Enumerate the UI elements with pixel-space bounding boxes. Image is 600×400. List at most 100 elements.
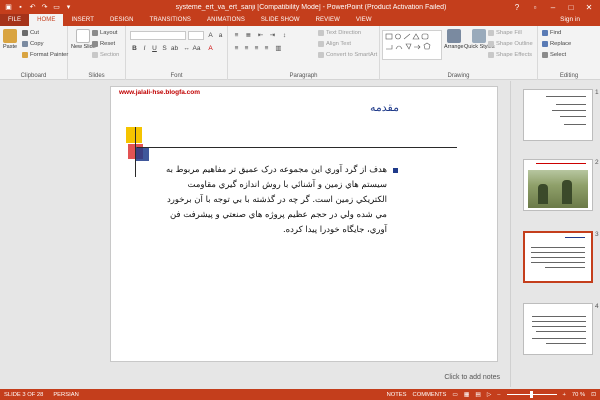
- shapes-gallery-icon: [385, 33, 431, 50]
- font-name-combo[interactable]: [130, 31, 186, 40]
- notes-toggle[interactable]: NOTES: [387, 392, 407, 398]
- slide-url-text[interactable]: www.jalali-hse.blogfa.com: [119, 89, 200, 96]
- numbering-icon[interactable]: ≣: [244, 31, 253, 40]
- yellow-square-shape: [126, 127, 142, 143]
- tab-slide-show[interactable]: SLIDE SHOW: [253, 14, 308, 26]
- tab-animations[interactable]: ANIMATIONS: [199, 14, 253, 26]
- zoom-slider-knob[interactable]: [529, 391, 533, 398]
- language-indicator[interactable]: PERSIAN: [43, 392, 78, 398]
- format-painter-button[interactable]: Format Painter: [22, 52, 68, 58]
- powerpoint-window: ▣ ▪ ↶ ↷ ▭ ▾ systeme_ert_va_ert_sanji [Co…: [0, 0, 600, 400]
- tab-review[interactable]: REVIEW: [308, 14, 348, 26]
- strikethrough-icon[interactable]: ab: [170, 44, 179, 53]
- italic-icon[interactable]: I: [140, 44, 149, 53]
- slide-thumbnail-2[interactable]: [523, 159, 593, 211]
- window-title: systeme_ert_va_ert_sanji [Compatibility …: [175, 3, 447, 11]
- normal-view-icon[interactable]: ▭: [452, 392, 457, 398]
- decrease-indent-icon[interactable]: ⇤: [256, 31, 265, 40]
- tab-view[interactable]: VIEW: [348, 14, 380, 26]
- shapes-gallery[interactable]: [382, 30, 442, 60]
- shape-fill-button[interactable]: Shape Fill: [488, 30, 522, 36]
- thumb-line: [552, 110, 586, 111]
- tab-transitions[interactable]: TRANSITIONS: [142, 14, 199, 26]
- section-button[interactable]: Section: [92, 52, 119, 58]
- line-spacing-icon[interactable]: ↕: [280, 31, 289, 40]
- align-center-icon[interactable]: ≡: [242, 44, 251, 53]
- thumb-line: [532, 338, 586, 339]
- char-spacing-icon[interactable]: ↔: [182, 44, 191, 53]
- select-icon: [542, 52, 548, 58]
- undo-icon[interactable]: ↶: [28, 3, 37, 12]
- shape-outline-button[interactable]: Shape Outline: [488, 41, 533, 47]
- bullet-marker: [393, 168, 398, 173]
- thumb-number: 4: [595, 303, 599, 310]
- align-left-icon[interactable]: ≡: [232, 44, 241, 53]
- redo-icon[interactable]: ↷: [40, 3, 49, 12]
- start-from-beginning-icon[interactable]: ▭: [52, 3, 61, 12]
- paste-button[interactable]: Paste: [3, 29, 17, 50]
- group-label-font: Font: [170, 73, 183, 79]
- quick-access-toolbar: ▣ ▪ ↶ ↷ ▭ ▾: [0, 3, 110, 12]
- tab-home[interactable]: HOME: [29, 14, 64, 26]
- slide-body-text[interactable]: هدف از گرد آوري اين مجموعه درک عميق تر م…: [159, 163, 387, 238]
- customize-qat-icon[interactable]: ▾: [64, 3, 73, 12]
- layout-button[interactable]: Layout: [92, 30, 117, 36]
- comments-toggle[interactable]: COMMENTS: [413, 392, 447, 398]
- bold-icon[interactable]: B: [130, 44, 139, 53]
- font-color-icon[interactable]: A: [206, 44, 215, 53]
- tab-file[interactable]: FILE: [0, 14, 30, 26]
- minimize-icon[interactable]: –: [548, 3, 558, 12]
- notes-placeholder: Click to add notes: [444, 374, 500, 381]
- fit-slide-icon[interactable]: ⊡: [591, 392, 596, 398]
- thumb-line: [531, 262, 585, 263]
- help-icon[interactable]: ?: [512, 3, 522, 12]
- zoom-out-icon[interactable]: –: [497, 392, 500, 398]
- convert-smartart-button[interactable]: Convert to SmartArt: [318, 52, 377, 58]
- align-text-button[interactable]: Align Text: [318, 41, 351, 47]
- change-case-icon[interactable]: Aa: [192, 44, 201, 53]
- justify-icon[interactable]: ≡: [262, 44, 271, 53]
- reading-view-icon[interactable]: ▤: [475, 392, 480, 398]
- slide-thumbnail-3[interactable]: [523, 231, 593, 283]
- find-button[interactable]: Find: [542, 30, 561, 36]
- columns-icon[interactable]: ▥: [274, 44, 283, 53]
- text-direction-button[interactable]: Text Direction: [318, 30, 361, 36]
- close-icon[interactable]: ✕: [584, 3, 594, 12]
- thumb-line: [545, 267, 585, 268]
- shape-effects-button[interactable]: Shape Effects: [488, 52, 532, 58]
- sign-in-link[interactable]: Sign in: [560, 14, 600, 26]
- copy-button[interactable]: Copy: [22, 41, 44, 47]
- tab-design[interactable]: DESIGN: [102, 14, 142, 26]
- slide-thumbnail-1[interactable]: [523, 89, 593, 141]
- reset-button[interactable]: Reset: [92, 41, 115, 47]
- underline-icon[interactable]: U: [150, 44, 159, 53]
- slide-sorter-icon[interactable]: ▦: [464, 392, 469, 398]
- bullets-icon[interactable]: ≡: [232, 31, 241, 40]
- align-right-icon[interactable]: ≡: [252, 44, 261, 53]
- group-editing: Find Replace Select Editing: [538, 26, 600, 80]
- arrange-button[interactable]: Arrange: [444, 29, 464, 50]
- slide-title[interactable]: مقدمه: [370, 101, 399, 114]
- app-icon[interactable]: ▣: [4, 3, 13, 12]
- zoom-slider[interactable]: [506, 391, 557, 398]
- tab-insert[interactable]: INSERT: [63, 14, 102, 26]
- notes-pane[interactable]: Click to add notes: [110, 372, 500, 386]
- slide-canvas[interactable]: www.jalali-hse.blogfa.com مقدمه هدف از گ…: [110, 86, 498, 362]
- cut-button[interactable]: Cut: [22, 30, 39, 36]
- ribbon-display-icon[interactable]: ▫: [530, 3, 540, 12]
- section-icon: [92, 52, 98, 58]
- zoom-in-icon[interactable]: +: [563, 392, 566, 398]
- shrink-font-icon[interactable]: a: [216, 31, 225, 40]
- select-button[interactable]: Select: [542, 52, 566, 58]
- save-icon[interactable]: ▪: [16, 3, 25, 12]
- font-size-combo[interactable]: [188, 31, 204, 40]
- group-drawing: Arrange Quick Styles Shape Fill Shape Ou…: [380, 26, 538, 80]
- increase-indent-icon[interactable]: ⇥: [268, 31, 277, 40]
- grow-font-icon[interactable]: A: [206, 31, 215, 40]
- shadow-icon[interactable]: S: [160, 44, 169, 53]
- slide-thumbnail-4[interactable]: [523, 303, 593, 355]
- slideshow-icon[interactable]: ▷: [487, 392, 491, 398]
- zoom-level[interactable]: 70 %: [572, 392, 585, 398]
- replace-button[interactable]: Replace: [542, 41, 571, 47]
- maximize-icon[interactable]: □: [566, 3, 576, 12]
